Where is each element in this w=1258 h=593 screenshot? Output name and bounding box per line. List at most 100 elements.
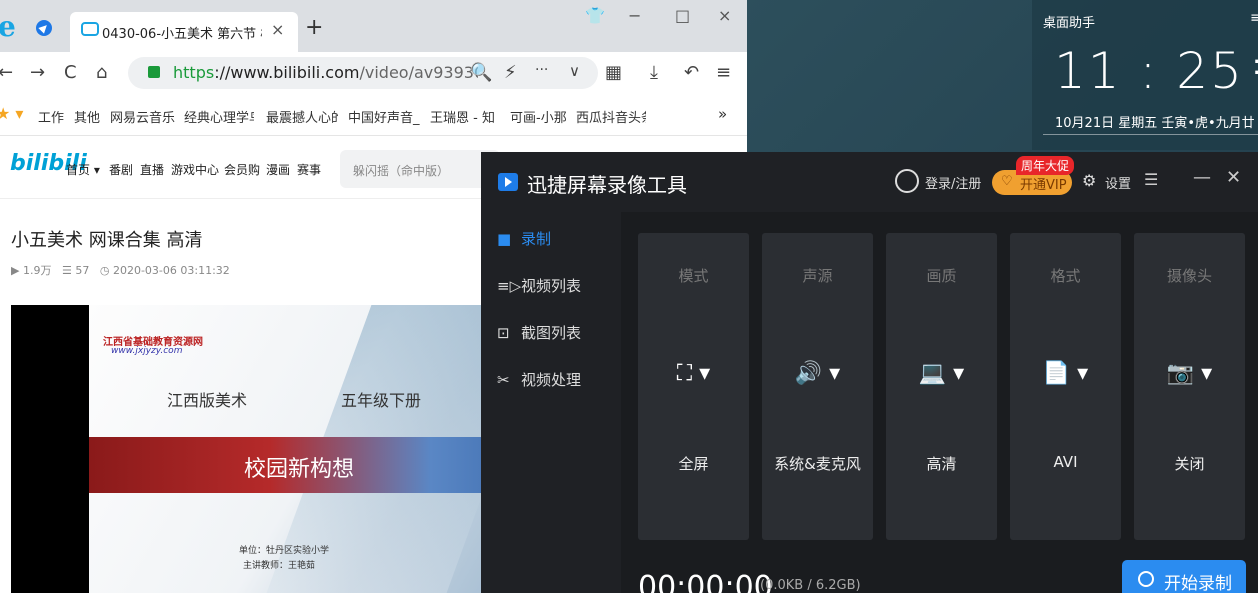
settings-link[interactable]: 设置 (1105, 173, 1131, 192)
widget-menu-icon[interactable]: ≡ (1250, 10, 1258, 26)
nav-item-anime[interactable]: 番剧 (109, 161, 133, 178)
back-icon[interactable]: ← (0, 62, 13, 83)
grid-icon[interactable]: ▦ (605, 62, 622, 83)
bookmark-item[interactable]: 西瓜抖音头条 (576, 107, 646, 126)
card-value: AVI (1053, 453, 1078, 471)
sidebar-item-video-list[interactable]: ≡▷视频列表 (497, 275, 581, 296)
danmaku-count: 57 (75, 264, 90, 277)
maximize-button[interactable]: □ (675, 6, 690, 25)
nav-item-home[interactable]: 首页 ▾ (66, 161, 100, 178)
card-value: 系统&麦克风 (774, 455, 861, 473)
file-size: (0.0KB / 6.2GB) (760, 578, 861, 593)
recorder-title: 迅捷屏幕录像工具 (527, 173, 687, 197)
forward-icon[interactable]: → (30, 62, 45, 83)
clock-icon: ◷ (99, 264, 110, 277)
record-icon: ■ (497, 230, 512, 248)
gear-icon[interactable]: ⚙ (1082, 171, 1096, 190)
slide-subject: 江西版美术 (167, 391, 248, 410)
tab-close-icon[interactable]: × (271, 20, 284, 39)
url-text: https://www.bilibili.com/video/av9393097… (173, 63, 478, 82)
nav-item-manga[interactable]: 漫画 (266, 161, 290, 178)
publish-date: 2020-03-06 03:11:32 (112, 264, 230, 277)
camera-icon[interactable]: 📷 ▾ (1134, 361, 1245, 386)
browser-logo-icon: e (0, 10, 16, 43)
chevron-down-icon[interactable]: ∨ (569, 62, 580, 80)
recorder-logo-icon (498, 173, 518, 191)
bookmarks-bar: ★ ▾ 工作 其他 网易云音乐 经典心理学鸟 最震撼人心的 中国好声音_ 王瑞恩… (0, 94, 747, 136)
bolt-icon[interactable]: ⚡ (504, 62, 517, 83)
home-icon[interactable]: ⌂ (96, 62, 107, 83)
sidebar-item-screenshot-list[interactable]: ⊡ 截图列表 (497, 322, 581, 343)
file-icon[interactable]: 📄 ▾ (1010, 361, 1121, 386)
new-tab-button[interactable]: + (305, 15, 323, 40)
format-card[interactable]: 格式 📄 ▾ AVI (1010, 233, 1121, 540)
user-avatar-icon[interactable] (895, 169, 919, 193)
lock-icon (148, 66, 160, 78)
play-circle-icon (1138, 571, 1154, 587)
video-list-icon: ≡▷ (497, 277, 522, 295)
bookmark-item[interactable]: 网易云音乐 (110, 107, 175, 126)
bookmark-item[interactable]: 中国好声音_ (348, 107, 420, 126)
tab-title: 0430-06-小五美术 第六节 校园 (102, 27, 262, 42)
mode-card[interactable]: 模式 ⛶ ▾ 全屏 (638, 233, 749, 540)
scissors-icon: ✂ (497, 371, 510, 389)
browser-toolbar: ← → C ⌂ https://www.bilibili.com/video/a… (0, 52, 747, 94)
bookmark-item[interactable]: 经典心理学鸟 (184, 107, 254, 126)
card-heading: 摄像头 (1166, 267, 1212, 285)
slide-grade: 五年级下册 (341, 391, 422, 410)
laptop-icon[interactable]: 💻 ▾ (886, 361, 997, 386)
video-player[interactable]: 江西省基础教育资源网 www.jxjyzy.com 江西版美术 五年级下册 校园… (11, 305, 491, 593)
bookmark-star-icon[interactable]: ★ ▾ (0, 104, 23, 123)
bookmark-item[interactable]: 最震撼人心的 (266, 107, 338, 126)
camera-card[interactable]: 摄像头 📷 ▾ 关闭 (1134, 233, 1245, 540)
recording-timer: 00:00:00 (638, 570, 773, 593)
nav-item-live[interactable]: 直播 (140, 161, 164, 178)
sidebar-item-record[interactable]: ■ 录制 (497, 228, 551, 249)
undo-icon[interactable]: ↶ (684, 62, 699, 83)
bilibili-search-input[interactable]: 躲闪摇（命中版） (340, 150, 500, 188)
start-recording-button[interactable]: 开始录制 (1122, 560, 1246, 593)
nav-item-games[interactable]: 游戏中心 (171, 161, 219, 178)
card-value: 高清 (926, 455, 957, 473)
slide-logo-url: www.jxjyzy.com (111, 346, 183, 356)
fullscreen-icon[interactable]: ⛶ ▾ (638, 361, 749, 386)
navigation-icon[interactable] (36, 20, 52, 36)
speaker-icon[interactable]: 🔊 ▾ (762, 361, 873, 386)
card-heading: 模式 (678, 267, 709, 285)
search-icon[interactable]: 🔍 (470, 62, 492, 83)
card-heading: 画质 (926, 267, 957, 285)
audio-source-card[interactable]: 声源 🔊 ▾ 系统&麦克风 (762, 233, 873, 540)
recorder-sidebar: ■ 录制 ≡▷视频列表 ⊡ 截图列表 ✂ 视频处理 (481, 212, 621, 593)
more-icon[interactable]: ··· (535, 62, 548, 78)
card-heading: 格式 (1050, 267, 1081, 285)
card-value: 全屏 (678, 455, 709, 473)
download-icon[interactable]: ⤓ (650, 62, 658, 83)
bookmarks-more-icon[interactable]: » (718, 105, 727, 123)
minimize-button[interactable]: — (1193, 167, 1211, 188)
sidebar-item-video-processing[interactable]: ✂ 视频处理 (497, 369, 581, 390)
bilibili-tv-icon (81, 22, 99, 36)
recorder-header: 迅捷屏幕录像工具 登录/注册 ♡ 开通VIP 周年大促 ⚙ 设置 ☰ — ✕ (481, 152, 1258, 212)
bookmark-item[interactable]: 可画-小那 (510, 107, 568, 126)
reload-icon[interactable]: C (64, 62, 77, 83)
nav-item-esports[interactable]: 赛事 (297, 161, 321, 178)
shirt-icon[interactable]: 👕 (585, 6, 605, 25)
menu-icon[interactable]: ≡ (716, 62, 731, 83)
close-button[interactable]: ✕ (1226, 167, 1241, 188)
bookmark-item[interactable]: 王瑞恩 - 知 (430, 107, 498, 126)
card-heading: 声源 (802, 267, 833, 285)
close-button[interactable]: × (718, 6, 731, 25)
widget-title: 桌面助手 (1043, 16, 1096, 31)
play-count: 1.9万 (22, 264, 52, 277)
tab-bilibili-video[interactable]: 0430-06-小五美术 第六节 校园 × (70, 12, 298, 52)
bookmark-item[interactable]: 其他 (74, 107, 100, 126)
quality-card[interactable]: 画质 💻 ▾ 高清 (886, 233, 997, 540)
address-bar[interactable]: https://www.bilibili.com/video/av9393097… (128, 57, 598, 89)
slide-title: 校园新构想 (244, 457, 355, 482)
bookmark-item[interactable]: 工作 (38, 107, 64, 126)
minimize-button[interactable]: − (628, 6, 641, 25)
menu-icon[interactable]: ☰ (1144, 170, 1158, 189)
nav-item-shop[interactable]: 会员购 (224, 161, 260, 178)
video-title: 小五美术 网课合集 高清 (11, 230, 203, 251)
login-link[interactable]: 登录/注册 (925, 173, 981, 192)
